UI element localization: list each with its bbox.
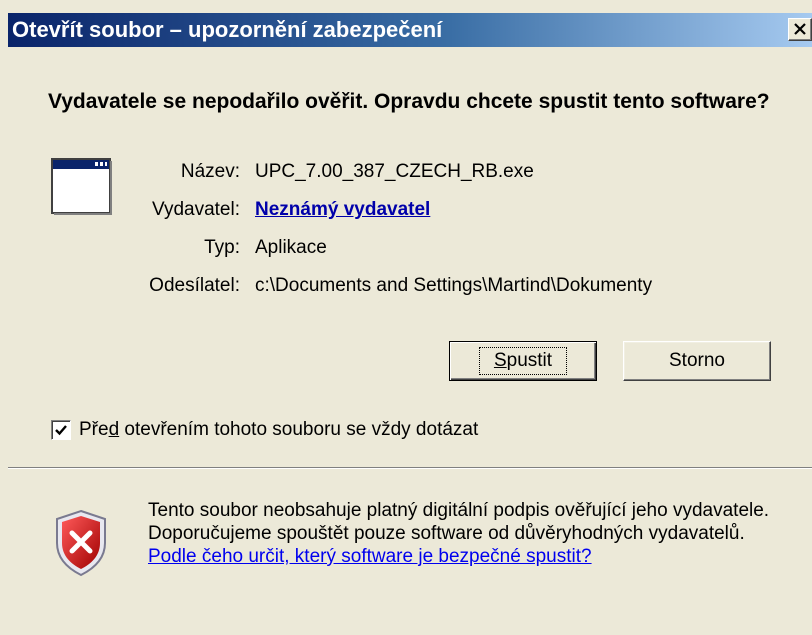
always-ask-checkbox[interactable] (51, 420, 71, 440)
run-button-focus: Spustit (478, 347, 568, 375)
warning-text: Tento soubor neobsahuje platný digitální… (148, 499, 778, 568)
from-value: c:\Documents and Settings\Martind\Dokume… (255, 275, 653, 296)
security-warning-dialog: Otevřít soubor – upozornění zabezpečení … (0, 0, 812, 635)
publisher-label: Vydavatel: (151, 199, 240, 220)
security-shield-error-icon (56, 509, 106, 577)
close-icon (794, 23, 806, 35)
help-link[interactable]: Podle čeho určit, který software je bezp… (148, 546, 592, 567)
always-ask-label-pre: Pře (79, 419, 109, 440)
warning-section: Tento soubor neobsahuje platný digitální… (8, 469, 812, 635)
window-title: Otevřít soubor – upozornění zabezpečení (12, 17, 443, 42)
always-ask-label-post: otevřením tohoto souboru se vždy dotázat (119, 419, 479, 440)
checkmark-icon (55, 425, 67, 436)
type-label: Typ: (204, 237, 240, 258)
always-ask-row[interactable]: Před otevřením tohoto souboru se vždy do… (51, 418, 478, 442)
publisher-link[interactable]: Neznámý vydavatel (255, 199, 430, 221)
run-hotkey: S (493, 350, 507, 371)
close-button[interactable] (788, 18, 812, 41)
type-value: Aplikace (255, 237, 327, 258)
always-ask-label: Před otevřením tohoto souboru se vždy do… (79, 419, 478, 441)
cancel-button[interactable]: Storno (623, 341, 771, 381)
cancel-label: Storno (669, 350, 725, 371)
from-label: Odesílatel: (149, 275, 240, 296)
name-value: UPC_7.00_387_CZECH_RB.exe (255, 161, 534, 182)
warning-heading: Vydavatele se nepodařilo ověřit. Opravdu… (48, 90, 770, 113)
name-label: Název: (180, 161, 240, 182)
always-ask-hotkey: d (108, 419, 120, 440)
dialog-body: Vydavatele se nepodařilo ověřit. Opravdu… (8, 47, 812, 467)
run-button[interactable]: Spustit (449, 341, 597, 381)
run-label: pustit (506, 350, 553, 371)
warning-message: Tento soubor neobsahuje platný digitální… (148, 500, 770, 544)
title-bar[interactable]: Otevřít soubor – upozornění zabezpečení (8, 13, 812, 47)
